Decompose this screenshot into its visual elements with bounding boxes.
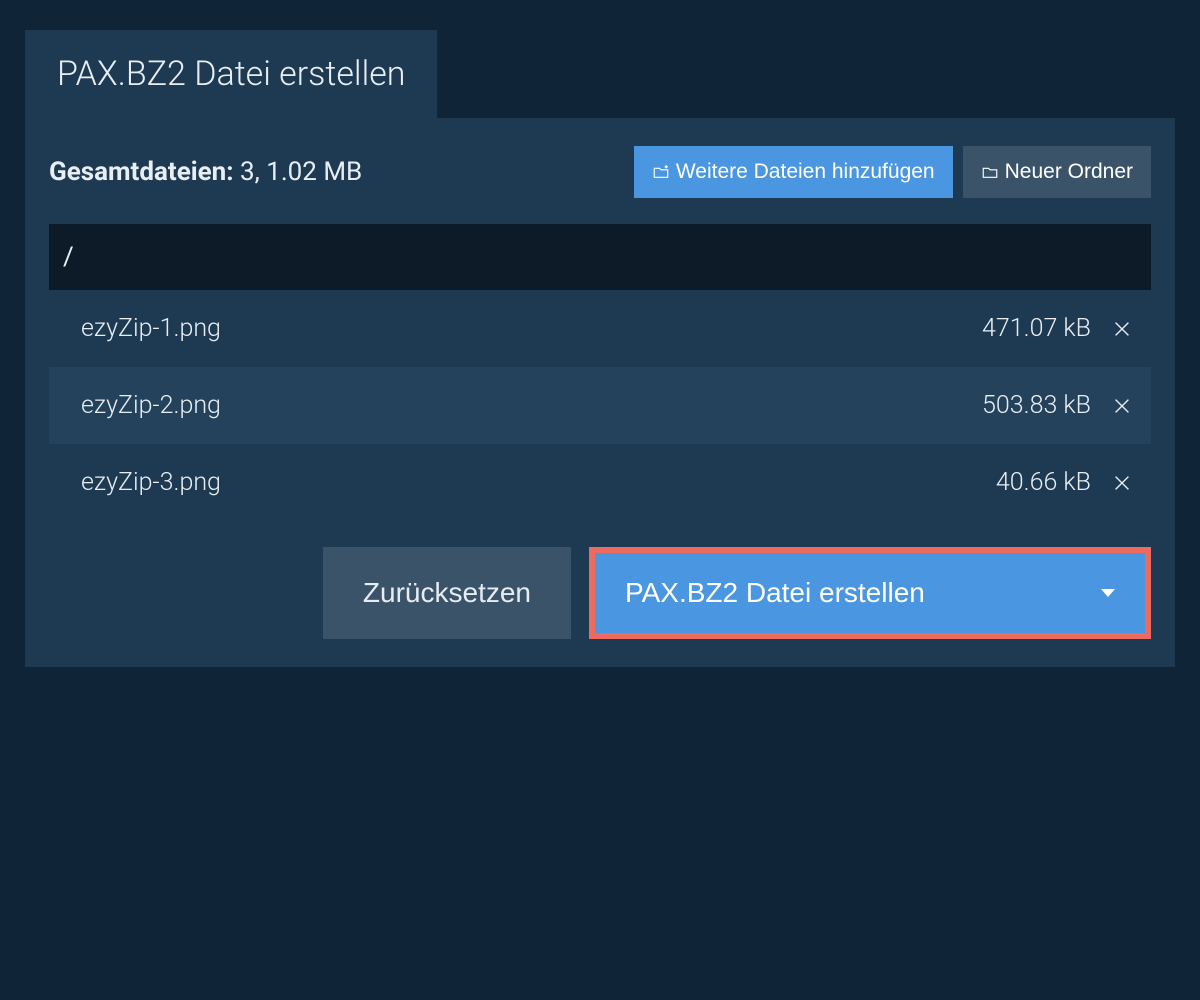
- file-right: 40.66 kB: [996, 468, 1133, 497]
- file-row: ezyZip-1.png 471.07 kB: [49, 290, 1151, 367]
- path-text: /: [63, 242, 74, 272]
- file-size: 471.07 kB: [982, 314, 1091, 343]
- new-folder-button[interactable]: Neuer Ordner: [963, 146, 1151, 198]
- total-files-value: 3, 1.02 MB: [240, 157, 362, 187]
- file-name: ezyZip-3.png: [81, 468, 221, 497]
- create-file-button[interactable]: PAX.BZ2 Datei erstellen: [595, 553, 1145, 633]
- folder-add-icon: [652, 163, 670, 181]
- file-size: 503.83 kB: [982, 391, 1091, 420]
- tab-title: PAX.BZ2 Datei erstellen: [57, 54, 405, 94]
- total-files-label: Gesamtdateien:: [49, 157, 234, 187]
- add-files-label: Weitere Dateien hinzufügen: [676, 160, 935, 184]
- file-row: ezyZip-2.png 503.83 kB: [49, 367, 1151, 444]
- create-label: PAX.BZ2 Datei erstellen: [625, 577, 925, 609]
- reset-button[interactable]: Zurücksetzen: [323, 547, 571, 639]
- file-name: ezyZip-1.png: [81, 314, 221, 343]
- create-button-highlight: PAX.BZ2 Datei erstellen: [589, 547, 1151, 639]
- folder-icon: [981, 163, 999, 181]
- new-folder-label: Neuer Ordner: [1005, 160, 1133, 184]
- chevron-down-icon: [1101, 589, 1115, 597]
- header-row: Gesamtdateien: 3, 1.02 MB Weitere Dateie…: [49, 146, 1151, 198]
- file-right: 471.07 kB: [982, 314, 1133, 343]
- main-panel: Gesamtdateien: 3, 1.02 MB Weitere Dateie…: [25, 118, 1175, 667]
- reset-label: Zurücksetzen: [363, 577, 531, 609]
- total-files: Gesamtdateien: 3, 1.02 MB: [49, 157, 362, 187]
- file-size: 40.66 kB: [996, 468, 1091, 497]
- file-list: ezyZip-1.png 471.07 kB ezyZip-2.png 503.…: [49, 290, 1151, 521]
- remove-file-icon[interactable]: [1111, 318, 1133, 340]
- remove-file-icon[interactable]: [1111, 472, 1133, 494]
- path-bar[interactable]: /: [49, 224, 1151, 290]
- footer-actions: Zurücksetzen PAX.BZ2 Datei erstellen: [49, 547, 1151, 639]
- file-name: ezyZip-2.png: [81, 391, 221, 420]
- add-files-button[interactable]: Weitere Dateien hinzufügen: [634, 146, 953, 198]
- page-tab: PAX.BZ2 Datei erstellen: [25, 30, 437, 118]
- file-row: ezyZip-3.png 40.66 kB: [49, 444, 1151, 521]
- remove-file-icon[interactable]: [1111, 395, 1133, 417]
- header-actions: Weitere Dateien hinzufügen Neuer Ordner: [634, 146, 1151, 198]
- file-right: 503.83 kB: [982, 391, 1133, 420]
